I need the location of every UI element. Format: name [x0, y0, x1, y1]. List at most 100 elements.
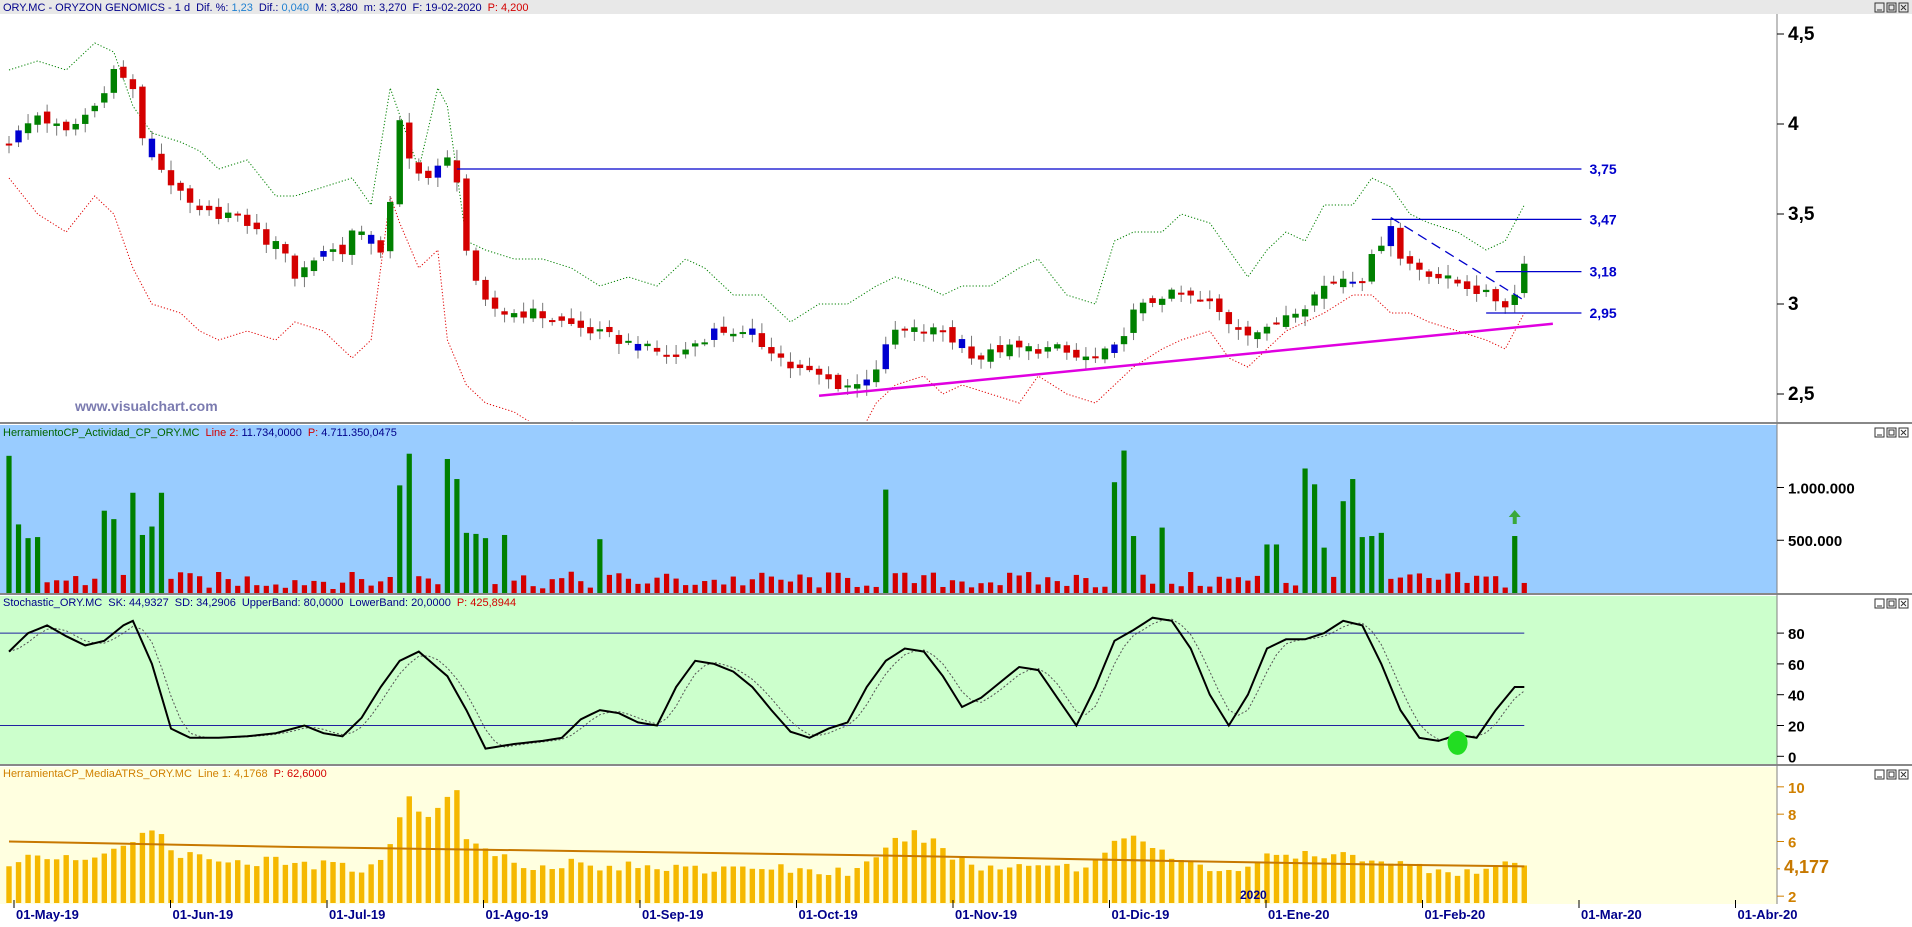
- atr-bar: [196, 854, 203, 903]
- atr-bar: [539, 865, 546, 903]
- candle-body: [167, 170, 175, 186]
- candle-body: [606, 326, 613, 333]
- volume-bar: [92, 578, 98, 593]
- atr-bar: [930, 838, 937, 903]
- candle-body: [1387, 226, 1395, 247]
- atr-bar: [854, 868, 860, 903]
- close-icon[interactable]: [1898, 598, 1909, 609]
- volume-bar: [273, 584, 279, 593]
- watermark: www.visualchart.com: [74, 398, 218, 414]
- volume-bar: [216, 572, 222, 593]
- volume-bar: [1474, 575, 1480, 593]
- volume-bar: [254, 585, 260, 593]
- candle-body: [377, 240, 384, 253]
- candle-body: [348, 230, 356, 255]
- atr-bar: [606, 865, 613, 903]
- candle-body: [1397, 227, 1404, 259]
- candle-body: [644, 343, 651, 347]
- atr-bar: [82, 859, 88, 903]
- volume-bar: [930, 572, 937, 593]
- atr-bar: [1111, 840, 1118, 903]
- candle-body: [139, 86, 146, 139]
- candle-body: [672, 354, 680, 357]
- candle-body: [15, 130, 22, 143]
- volume-bar: [244, 576, 250, 593]
- minimize-icon[interactable]: [1874, 598, 1885, 609]
- volume-bar: [501, 534, 508, 593]
- volume-bar: [1416, 573, 1423, 593]
- candle-body: [1454, 279, 1461, 284]
- volume-bar: [1102, 586, 1108, 593]
- volume-bar: [1207, 586, 1213, 593]
- candle-body: [82, 114, 89, 124]
- atr-bar: [568, 858, 574, 903]
- atr-bar: [1064, 863, 1070, 903]
- candle-body: [911, 327, 918, 332]
- volume-bar: [578, 581, 584, 593]
- stoch-panel-header: Stochastic_ORY.MC SK: 44,9327 SD: 34,2906 Upp…: [3, 597, 516, 609]
- volume-bar: [54, 580, 60, 593]
- atr-last-value: 4,177: [1784, 857, 1829, 877]
- volume-bar: [120, 574, 126, 593]
- candle-body: [863, 379, 870, 386]
- atr-bar: [1502, 861, 1508, 903]
- volume-bar: [435, 584, 441, 593]
- candle-body: [301, 267, 308, 278]
- candle-body: [682, 349, 689, 355]
- volume-bar: [168, 578, 174, 593]
- volume-bar: [740, 585, 746, 593]
- candle-body: [549, 320, 556, 323]
- volume-bar: [1216, 576, 1222, 593]
- atr-bar: [177, 857, 184, 903]
- candle: [472, 247, 480, 286]
- stoch-tick-label: 60: [1788, 657, 1805, 674]
- candle-body: [1416, 262, 1423, 270]
- candle-body: [720, 326, 727, 333]
- atr-bar: [473, 843, 479, 903]
- atr-bar: [1149, 848, 1156, 903]
- candle-body: [930, 327, 937, 335]
- price-tick-label: 3,5: [1788, 204, 1815, 225]
- atr-bar: [92, 857, 98, 903]
- atr-bar: [1340, 852, 1346, 903]
- volume-bar: [1054, 581, 1060, 593]
- candle-body: [711, 328, 718, 340]
- close-icon[interactable]: [1898, 769, 1909, 780]
- volume-bar: [1245, 580, 1251, 593]
- candle-body: [739, 332, 747, 335]
- candle-body: [291, 255, 299, 279]
- volume-bar: [339, 582, 346, 593]
- candle-body: [453, 160, 461, 183]
- candle-body: [272, 241, 280, 249]
- candle: [463, 174, 470, 256]
- volume-bar: [1388, 578, 1394, 593]
- candle-body: [329, 249, 337, 252]
- volume-bar: [1331, 576, 1337, 593]
- atr-bar: [1073, 871, 1080, 903]
- maximize-icon[interactable]: [1886, 598, 1897, 609]
- candle-body: [186, 188, 194, 203]
- maximize-icon[interactable]: [1886, 769, 1897, 780]
- candle-body: [825, 374, 832, 380]
- volume-bar: [6, 455, 12, 593]
- maximize-icon[interactable]: [1886, 427, 1897, 438]
- atr-bar: [1226, 869, 1232, 903]
- candle-body: [1139, 302, 1147, 314]
- candle-body: [568, 318, 575, 324]
- volume-bar: [692, 584, 698, 593]
- minimize-icon[interactable]: [1874, 427, 1885, 438]
- atr-bar: [1483, 868, 1489, 903]
- candle-body: [1378, 245, 1385, 252]
- volume-bar: [606, 574, 612, 593]
- candle-body: [320, 251, 327, 257]
- atr-bar: [663, 870, 670, 903]
- close-icon[interactable]: [1898, 427, 1909, 438]
- stoch-tick-label: 0: [1788, 749, 1796, 766]
- price-tick-label: 3: [1788, 294, 1799, 315]
- candle-body: [110, 69, 118, 93]
- candle-body: [1235, 327, 1242, 330]
- minimize-icon[interactable]: [1874, 769, 1885, 780]
- volume-bar: [759, 572, 765, 593]
- volume-bar: [1435, 579, 1442, 593]
- candle-body: [701, 342, 708, 345]
